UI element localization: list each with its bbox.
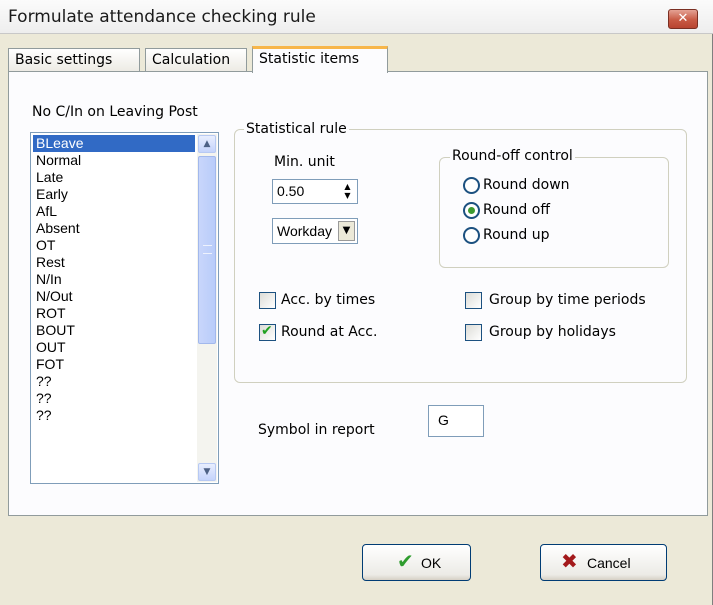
checkbox-box-checked[interactable]: ✔	[259, 323, 276, 341]
checkbox-group-by-holidays-label: Group by holidays	[489, 324, 616, 340]
list-item[interactable]: ROT	[33, 305, 195, 322]
round-off-control-legend: Round-off control	[450, 148, 575, 164]
list-item[interactable]: OUT	[33, 339, 195, 356]
min-unit-spinner[interactable]: 0.50 ▲ ▼	[272, 179, 358, 204]
chevron-up-icon: ▲	[203, 139, 211, 149]
min-unit-label: Min. unit	[274, 154, 335, 170]
list-item[interactable]: OT	[33, 237, 195, 254]
attendance-items-listbox[interactable]: BLeave Normal Late Early AfL Absent OT Rest N/In…	[30, 132, 219, 484]
list-item[interactable]: Late	[33, 169, 195, 186]
dialog-window: Formulate attendance checking rule ✕ Bas…	[0, 0, 713, 605]
grip-icon	[203, 245, 212, 254]
list-item[interactable]: Rest	[33, 254, 195, 271]
list-item[interactable]: FOT	[33, 356, 195, 373]
radio-round-down-label: Round down	[483, 177, 570, 193]
window-title: Formulate attendance checking rule	[8, 7, 316, 27]
list-item[interactable]: AfL	[33, 203, 195, 220]
close-icon: ✕	[677, 11, 689, 26]
x-icon: ✖	[561, 551, 578, 573]
radio-round-up-label: Round up	[483, 227, 550, 243]
symbol-in-report-label: Symbol in report	[258, 422, 375, 438]
list-item[interactable]: Normal	[33, 152, 195, 169]
cancel-button-label: Cancel	[587, 555, 631, 571]
items-list-caption: No C/In on Leaving Post	[32, 104, 198, 120]
list-item[interactable]: Early	[33, 186, 195, 203]
unit-dropdown-button[interactable]: ▼	[338, 221, 355, 241]
symbol-value: G	[438, 412, 449, 428]
tab-statistic-items[interactable]: Statistic items	[252, 46, 388, 73]
checkbox-box[interactable]	[259, 292, 276, 309]
ok-button-label: OK	[421, 555, 442, 571]
radio-button-selected[interactable]	[463, 202, 480, 219]
checkbox-round-at-acc-label: Round at Acc.	[281, 324, 378, 340]
chevron-down-icon: ▼	[203, 467, 211, 477]
scroll-down-button[interactable]: ▼	[198, 463, 216, 481]
list-item[interactable]: Absent	[33, 220, 195, 237]
close-button[interactable]: ✕	[668, 9, 698, 29]
checkbox-acc-by-times-label: Acc. by times	[281, 292, 376, 308]
radio-round-off-label: Round off	[483, 202, 550, 218]
checkmark-icon: ✔	[261, 323, 273, 339]
spin-down-icon[interactable]: ▼	[340, 191, 355, 200]
min-unit-value: 0.50	[277, 183, 305, 199]
spin-buttons[interactable]: ▲ ▼	[340, 182, 355, 201]
list-scrollbar[interactable]: ▲ ▼	[197, 134, 217, 482]
list-items: BLeave Normal Late Early AfL Absent OT Rest N/In…	[33, 135, 195, 424]
radio-dot-icon	[468, 207, 475, 214]
tab-calculation[interactable]: Calculation	[145, 48, 247, 72]
scroll-thumb[interactable]	[198, 156, 216, 344]
list-item[interactable]: N/Out	[33, 288, 195, 305]
spin-up-icon[interactable]: ▲	[340, 182, 355, 191]
statistical-rule-legend: Statistical rule	[244, 121, 349, 137]
list-item[interactable]: ??	[33, 390, 195, 407]
list-item[interactable]: N/In	[33, 271, 195, 288]
list-item[interactable]: ??	[33, 373, 195, 390]
checkbox-box[interactable]	[465, 324, 482, 341]
symbol-input[interactable]: G	[428, 405, 484, 437]
unit-dropdown-value: Workday	[277, 223, 332, 239]
radio-button[interactable]	[463, 177, 480, 194]
cancel-button[interactable]: ✖ Cancel	[540, 544, 667, 581]
chevron-down-icon: ▼	[342, 225, 351, 236]
list-item[interactable]: ??	[33, 407, 195, 424]
tab-bar: Basic settings Calculation Statistic ite…	[8, 46, 708, 73]
tab-basic-settings[interactable]: Basic settings	[8, 48, 140, 72]
ok-button[interactable]: ✔ OK	[362, 544, 471, 581]
list-item[interactable]: BLeave	[33, 135, 195, 152]
title-bar[interactable]: Formulate attendance checking rule ✕	[0, 0, 713, 34]
checkmark-icon: ✔	[397, 551, 414, 573]
list-item[interactable]: BOUT	[33, 322, 195, 339]
radio-button[interactable]	[463, 227, 480, 244]
scroll-up-button[interactable]: ▲	[198, 135, 216, 153]
checkbox-group-by-time-periods-label: Group by time periods	[489, 292, 646, 308]
checkbox-box[interactable]	[465, 292, 482, 309]
unit-dropdown[interactable]: Workday ▼	[272, 218, 358, 244]
